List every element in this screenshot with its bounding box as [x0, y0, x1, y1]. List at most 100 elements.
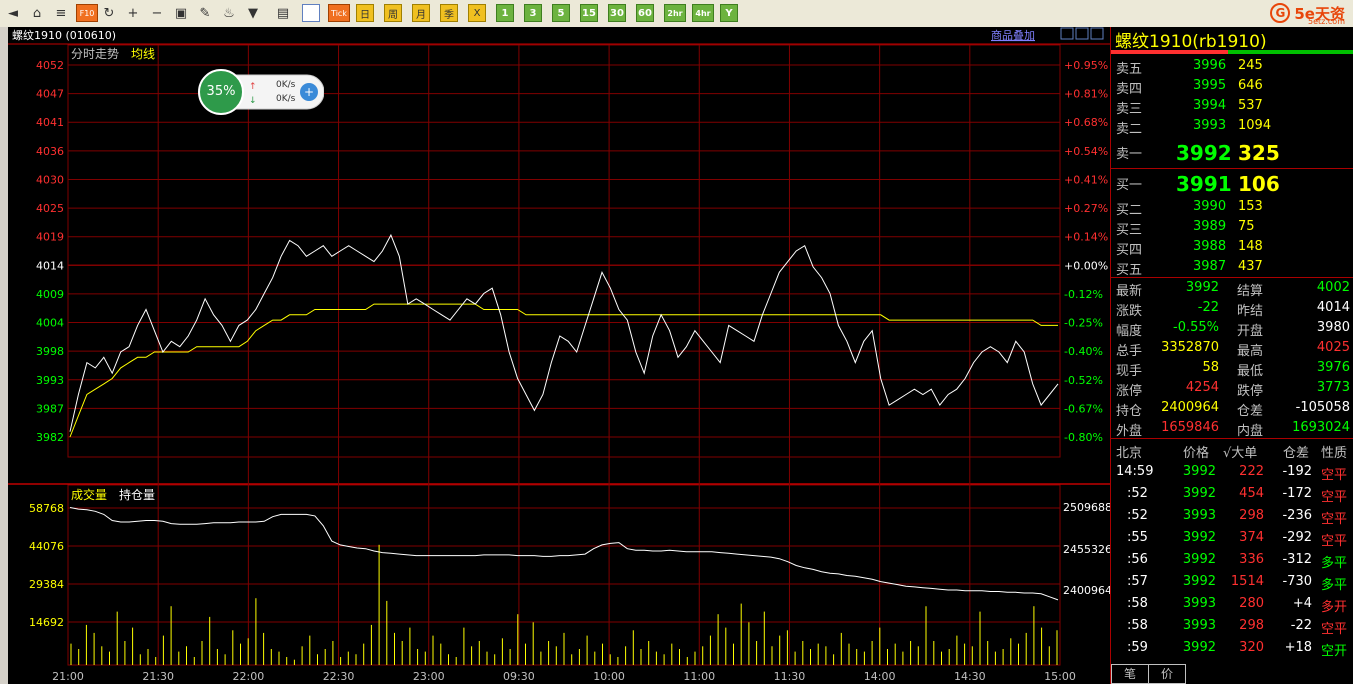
min60-button[interactable]: 60	[636, 4, 654, 22]
stat-value: 3976	[1316, 360, 1350, 375]
window-icon[interactable]: ▣	[172, 4, 190, 22]
tab-price[interactable]: 价	[1148, 664, 1186, 684]
ask-label: 卖四	[1116, 82, 1143, 97]
y-button[interactable]: Y	[720, 4, 738, 22]
refresh-icon[interactable]: ↻	[100, 4, 118, 22]
trade-volume: 298	[1239, 508, 1264, 523]
trade-time: :52	[1127, 508, 1148, 523]
price-tick: 4019	[36, 231, 64, 244]
bid-row: 买四 3988 148	[1111, 237, 1353, 258]
timechart-icon[interactable]: ↗	[302, 4, 320, 22]
oi-label: 持仓量	[119, 487, 155, 502]
stat-label: 跌停	[1237, 384, 1264, 399]
trade-header: 性质	[1321, 446, 1348, 461]
bid-price: 3987	[1193, 259, 1227, 274]
ask-volume: 537	[1238, 98, 1263, 113]
stat-label: 持仓	[1116, 404, 1143, 419]
trade-time: :56	[1127, 552, 1148, 567]
stat-value: 4254	[1185, 380, 1219, 395]
trade-oi-change: -192	[1282, 464, 1312, 479]
stat-value: 1693024	[1292, 420, 1350, 435]
hr2-button[interactable]: 2hr	[664, 4, 686, 22]
percent-tick: +0.00%	[1064, 259, 1108, 272]
filter-icon[interactable]: ▼	[244, 4, 262, 22]
min15-button[interactable]: 15	[580, 4, 598, 22]
trade-price: 3992	[1182, 552, 1216, 567]
zoom-in-icon[interactable]: +	[124, 4, 142, 22]
min1-button[interactable]: 1	[496, 4, 514, 22]
trade-row: :52 3992 454 -172 空平	[1111, 484, 1353, 505]
bid-row: 买五 3987 437	[1111, 257, 1353, 278]
oi-tick: 2455326	[1063, 543, 1110, 556]
paint-icon[interactable]: ♨	[220, 4, 238, 22]
trade-oi-change: -312	[1282, 552, 1312, 567]
year-button[interactable]: X	[468, 4, 486, 22]
stat-label: 结算	[1237, 284, 1264, 299]
percent-tick: -0.67%	[1064, 402, 1103, 415]
stat-value: 2400964	[1161, 400, 1219, 415]
month-button[interactable]: 月	[412, 4, 430, 22]
timeshare-chart[interactable]: 螺纹1910 (010610) 商品叠加 分时走势 均线 成交量 持仓量 405…	[8, 27, 1110, 684]
bid-price: 3988	[1193, 239, 1227, 254]
tick-button[interactable]: Tick	[328, 4, 350, 22]
grid-icon[interactable]: ≡	[52, 4, 70, 22]
trade-volume: 454	[1239, 486, 1264, 501]
stat-label: 涨停	[1116, 384, 1143, 399]
f10-icon[interactable]: F10	[76, 4, 98, 22]
trade-row: :59 3992 320 +18 空开	[1111, 638, 1353, 659]
trade-oi-change: -236	[1282, 508, 1312, 523]
stat-label: 内盘	[1237, 424, 1264, 439]
time-tick: 11:30	[774, 670, 806, 683]
percent-tick: -0.52%	[1064, 374, 1103, 387]
svg-text:+: +	[304, 85, 314, 99]
price-tick: 4041	[36, 116, 64, 129]
percent-tick: +0.54%	[1064, 145, 1108, 158]
stat-label: 幅度	[1116, 324, 1143, 339]
trade-price: 3992	[1182, 640, 1216, 655]
overlay-link[interactable]: 商品叠加	[991, 28, 1035, 42]
ask-row: 卖四 3995 646	[1111, 76, 1353, 97]
min5-button[interactable]: 5	[552, 4, 570, 22]
home-icon[interactable]: ⌂	[28, 4, 46, 22]
trade-row: :56 3992 336 -312 多平	[1111, 550, 1353, 571]
time-tick: 09:30	[503, 670, 535, 683]
back-icon[interactable]: ◄	[4, 4, 22, 22]
min3-button[interactable]: 3	[524, 4, 542, 22]
table-icon[interactable]: ▤	[274, 4, 292, 22]
stat-value: 58	[1202, 360, 1219, 375]
day-button[interactable]: 日	[356, 4, 374, 22]
ask-row: 卖三 3994 537	[1111, 96, 1353, 117]
season-button[interactable]: 季	[440, 4, 458, 22]
trade-price: 3992	[1182, 464, 1216, 479]
stat-value: 4025	[1316, 340, 1350, 355]
pen-icon[interactable]: ✎	[196, 4, 214, 22]
trade-row: 14:59 3992 222 -192 空平	[1111, 462, 1353, 483]
network-speed-badge[interactable]: ↑ ↓ + 35% 0K/s 0K/s	[198, 69, 325, 115]
min30-button[interactable]: 30	[608, 4, 626, 22]
trade-volume: 1514	[1230, 574, 1264, 589]
ask-price: 3994	[1193, 98, 1227, 113]
time-tick: 21:30	[142, 670, 174, 683]
stat-value: 3992	[1185, 280, 1219, 295]
trade-volume: 336	[1239, 552, 1264, 567]
trade-type: 空开	[1321, 644, 1348, 659]
hr4-button[interactable]: 4hr	[692, 4, 714, 22]
time-tick: 14:30	[954, 670, 986, 683]
percent-tick: +0.41%	[1064, 173, 1108, 186]
trade-price: 3992	[1182, 530, 1216, 545]
week-button[interactable]: 周	[384, 4, 402, 22]
trade-row: :58 3993 298 -22 空平	[1111, 616, 1353, 637]
zoom-out-icon[interactable]: −	[148, 4, 166, 22]
price-tick: 3987	[36, 402, 64, 415]
percent-tick: -0.12%	[1064, 288, 1103, 301]
tab-ticks[interactable]: 笔	[1111, 664, 1149, 684]
bid-label: 买五	[1116, 263, 1143, 278]
ask-row: 卖五 3996 245	[1111, 56, 1353, 77]
trade-time: :58	[1127, 618, 1148, 633]
stat-value: 4002	[1316, 280, 1350, 295]
stat-row: 持仓 2400964 仓差 -105058	[1111, 398, 1353, 419]
time-tick: 11:00	[683, 670, 715, 683]
stat-value: 1659846	[1161, 420, 1219, 435]
trade-volume: 320	[1239, 640, 1264, 655]
bid1-volume: 106	[1238, 172, 1280, 196]
